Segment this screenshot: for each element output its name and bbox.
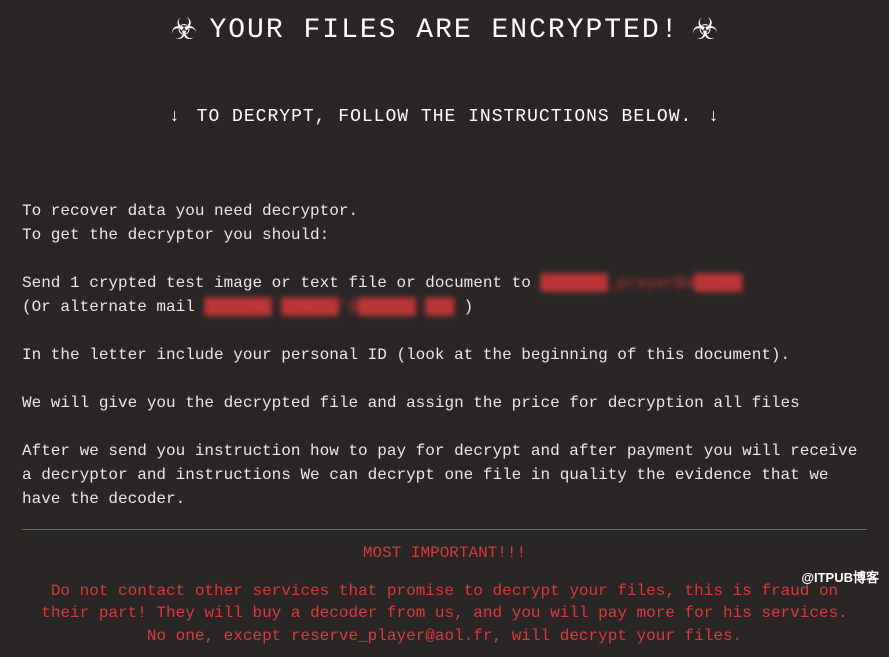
body-text: Send 1 crypted test image or text file o… (22, 274, 540, 292)
body-line: To get the decryptor you should: (22, 223, 867, 247)
body-line: After we send you instruction how to pay… (22, 439, 867, 511)
body-line: To recover data you need decryptor. (22, 199, 867, 223)
body-line: In the letter include your personal ID (… (22, 343, 867, 367)
biohazard-icon: ☣ (692, 12, 719, 49)
instructions-body: To recover data you need decryptor. To g… (22, 199, 867, 511)
sub-header: ↓ TO DECRYPT, FOLLOW THE INSTRUCTIONS BE… (22, 107, 867, 127)
main-title: YOUR FILES ARE ENCRYPTED! (209, 15, 679, 46)
header-row: ☣ YOUR FILES ARE ENCRYPTED! ☣ (22, 12, 867, 49)
body-line: We will give you the decrypted file and … (22, 391, 867, 415)
important-header: MOST IMPORTANT!!! (22, 544, 867, 562)
body-text: ) (454, 298, 473, 316)
ransom-note-container: ☣ YOUR FILES ARE ENCRYPTED! ☣ ↓ TO DECRY… (0, 0, 889, 657)
arrow-down-icon: ↓ (169, 107, 181, 127)
alternate-email-line: (Or alternate mail ███████ ██████'@█████… (22, 295, 867, 319)
redacted-email: ███████_prayer@a█████ (540, 274, 742, 292)
sub-header-text: TO DECRYPT, FOLLOW THE INSTRUCTIONS BELO… (197, 107, 693, 127)
body-text: (Or alternate mail (22, 298, 204, 316)
watermark: @ITPUB博客 (801, 567, 879, 586)
redacted-email: ███████ ██████'@██████ ███ (204, 298, 454, 316)
warning-text: Do not contact other services that promi… (22, 580, 867, 647)
biohazard-icon: ☣ (171, 12, 198, 49)
divider-line (22, 529, 867, 530)
arrow-down-icon: ↓ (708, 107, 720, 127)
email-instruction-line: Send 1 crypted test image or text file o… (22, 271, 867, 295)
